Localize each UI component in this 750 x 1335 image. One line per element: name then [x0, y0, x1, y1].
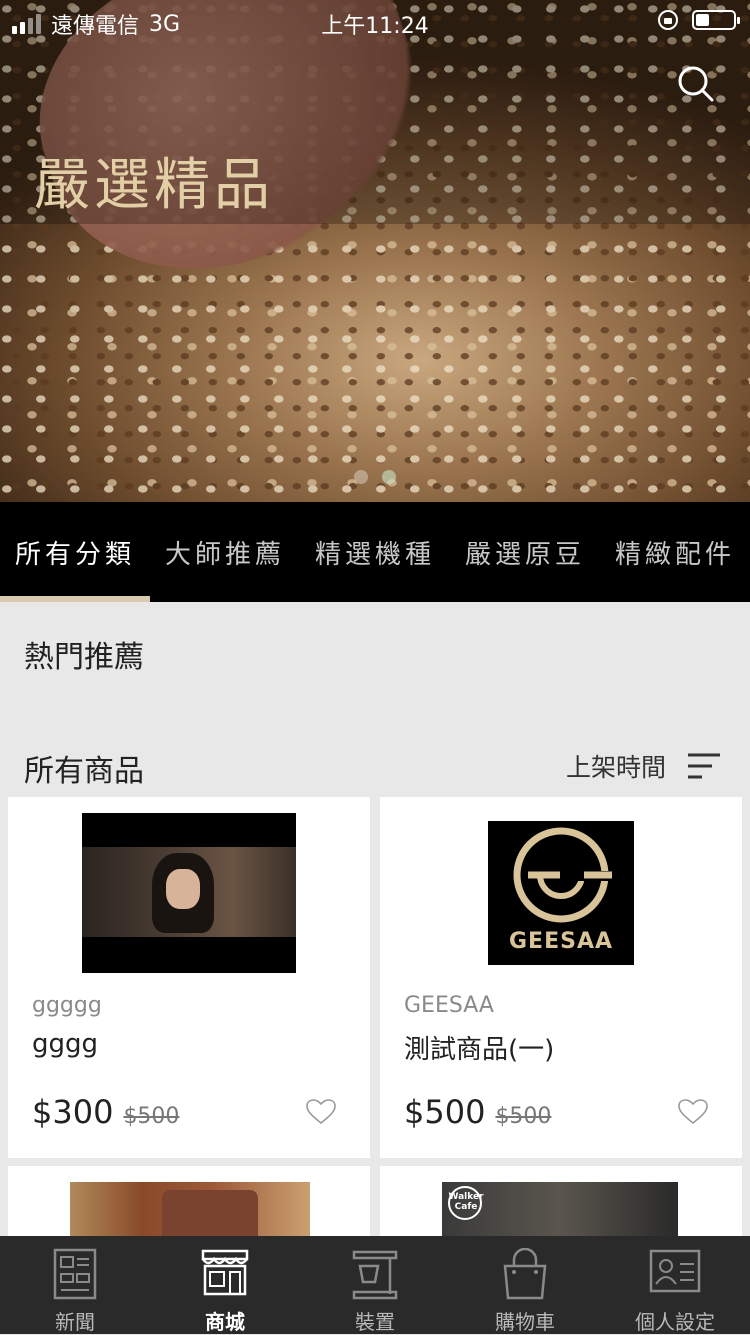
category-tabs: 所有分類 大師推薦 精選機種 嚴選原豆 精緻配件	[0, 502, 750, 602]
logo-text: GEESAA	[508, 929, 613, 954]
nav-news[interactable]: 新聞	[0, 1236, 150, 1334]
nav-label: 購物車	[495, 1310, 555, 1334]
news-icon	[53, 1248, 97, 1300]
product-image	[82, 813, 296, 973]
sort-control[interactable]: 上架時間	[566, 748, 720, 784]
battery-fill	[696, 14, 709, 26]
product-brand: GEESAA	[404, 993, 494, 1018]
tab-selected-beans[interactable]: 嚴選原豆	[450, 502, 600, 602]
favorite-heart-icon[interactable]	[306, 1099, 336, 1125]
product-name: 測試商品(一)	[404, 1035, 555, 1065]
nav-label: 新聞	[55, 1310, 95, 1334]
product-image: Walker Cafe	[442, 1182, 678, 1236]
singer-face	[166, 869, 200, 909]
product-image: GEESAA	[488, 821, 634, 965]
nav-label: 裝置	[355, 1310, 395, 1334]
section-title-all: 所有商品	[24, 754, 144, 789]
tab-selected-machines[interactable]: 精選機種	[300, 502, 450, 602]
nav-store[interactable]: 商城	[150, 1236, 300, 1334]
clock: 上午11:24	[321, 14, 429, 39]
tab-master-recommend[interactable]: 大師推薦	[150, 502, 300, 602]
product-card[interactable]	[8, 1166, 370, 1236]
product-card[interactable]: Walker Cafe	[380, 1166, 742, 1236]
product-price: $500 $500	[404, 1093, 551, 1131]
carousel-dot[interactable]	[354, 470, 368, 484]
price-current: $300	[32, 1093, 114, 1131]
product-image	[70, 1182, 310, 1236]
price-original: $500	[123, 1104, 180, 1129]
product-name: gggg	[32, 1029, 99, 1059]
section-title-hot: 熱門推薦	[24, 640, 144, 675]
product-card[interactable]: GEESAA GEESAA 測試商品(一) $500 $500	[380, 797, 742, 1158]
coffee-bag	[162, 1190, 258, 1236]
carousel-dot-active[interactable]	[382, 470, 396, 484]
battery-icon	[692, 10, 740, 30]
price-original: $500	[495, 1104, 552, 1129]
product-price: $300 $500	[32, 1093, 179, 1131]
profile-icon	[649, 1249, 701, 1293]
product-card[interactable]: ggggg gggg $300 $500	[8, 797, 370, 1158]
price-current: $500	[404, 1093, 486, 1131]
status-bar: 遠傳電信 3G 上午11:24	[0, 0, 750, 40]
product-brand: ggggg	[32, 993, 102, 1018]
rotation-lock-icon	[658, 10, 678, 30]
nav-cart[interactable]: 購物車	[450, 1236, 600, 1334]
favorite-heart-icon[interactable]	[678, 1099, 708, 1125]
nav-profile[interactable]: 個人設定	[600, 1236, 750, 1334]
carousel-dots	[0, 470, 750, 484]
nav-label: 個人設定	[635, 1310, 715, 1334]
tab-all-categories[interactable]: 所有分類	[0, 502, 150, 602]
hero-banner[interactable]: 嚴選精品	[0, 0, 750, 502]
sort-icon	[688, 753, 720, 779]
nav-device[interactable]: 裝置	[300, 1236, 450, 1334]
device-icon	[352, 1250, 398, 1300]
video-frame	[82, 847, 296, 937]
hero-title: 嚴選精品	[34, 153, 274, 218]
store-icon	[201, 1249, 249, 1296]
tab-accessories[interactable]: 精緻配件	[600, 502, 750, 602]
bottom-navigation: 新聞 商城 裝置 購物車 個人設定	[0, 1236, 750, 1334]
cart-icon	[503, 1248, 547, 1300]
sort-label: 上架時間	[565, 753, 666, 782]
nav-label: 商城	[205, 1310, 245, 1334]
logo-text: Walker Cafe	[448, 1192, 484, 1212]
search-icon[interactable]	[676, 64, 716, 104]
